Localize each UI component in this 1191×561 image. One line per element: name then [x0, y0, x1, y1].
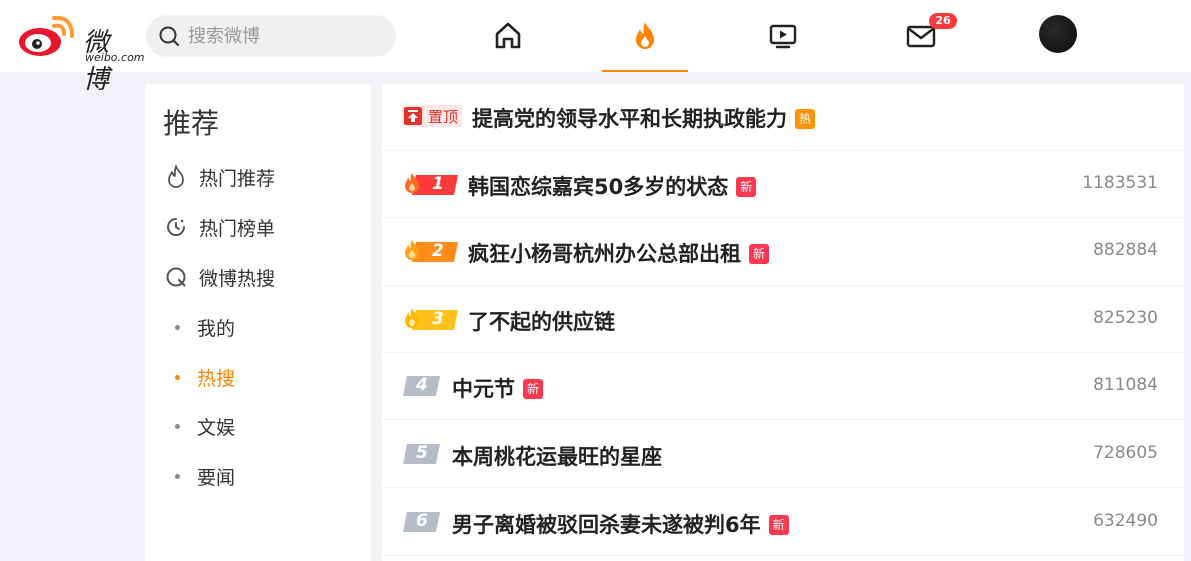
new-tag: 新 [749, 244, 769, 264]
fire-icon [636, 22, 654, 49]
hot-row[interactable]: 2 疯狂小杨哥杭州办公总部出租新 882884 [382, 218, 1184, 286]
hot-title-text: 了不起的供应链 [468, 310, 615, 334]
hot-title-text: 韩国恋综嘉宾50多岁的状态 [468, 175, 729, 199]
sidebar-sub-mine[interactable]: 我的 [173, 312, 353, 342]
sidebar-sub-label: 要闻 [197, 466, 236, 489]
search-icon [159, 26, 179, 46]
flame-outline-icon [165, 165, 193, 189]
video-icon [769, 24, 797, 49]
hot-row[interactable]: 4 中元节新 811084 [382, 353, 1184, 420]
sidebar-item-label: 热门推荐 [199, 167, 276, 190]
search-box[interactable] [146, 15, 396, 57]
new-tag: 新 [523, 379, 543, 399]
hot-title[interactable]: 男子离婚被驳回杀妻未遂被判6年新 [452, 509, 789, 539]
pin-top-icon [404, 107, 422, 125]
clock-icon [165, 215, 193, 239]
sidebar-item-label: 微博热搜 [199, 267, 276, 290]
sidebar-sub-label: 我的 [197, 317, 236, 340]
rank-badge-3: 3 [402, 306, 458, 332]
hot-title[interactable]: 疯狂小杨哥杭州办公总部出租新 [468, 238, 769, 268]
hot-title[interactable]: 本周桃花运最旺的星座 [452, 441, 662, 471]
logo-subtext: weibo.com [85, 51, 145, 64]
sidebar-sub-news[interactable]: 要闻 [173, 461, 353, 491]
search-input[interactable] [188, 15, 388, 57]
hot-row[interactable]: 5 本周桃花运最旺的星座 728605 [382, 420, 1184, 488]
sidebar-item-label: 热门榜单 [199, 217, 276, 240]
search-circle-icon [165, 265, 193, 289]
sidebar-item-hot-rank[interactable]: 热门榜单 [163, 212, 363, 242]
avatar[interactable] [1039, 15, 1077, 53]
hot-row[interactable]: 6 男子离婚被驳回杀妻未遂被判6年新 632490 [382, 488, 1184, 556]
nav-video[interactable] [740, 0, 826, 72]
hot-count: 632490 [1093, 511, 1158, 531]
rank-number: 1 [432, 174, 444, 194]
new-tag: 新 [768, 515, 789, 535]
hot-count: 811084 [1093, 375, 1158, 395]
sidebar-item-weibo-hotsearch[interactable]: 微博热搜 [163, 262, 363, 292]
rank-badge-1: 1 [402, 171, 458, 197]
hot-tag: 热 [795, 109, 815, 129]
weibo-eye-icon [19, 15, 74, 56]
hot-count: 825230 [1093, 308, 1158, 328]
hot-title-text: 提高党的领导水平和长期执政能力 [472, 107, 787, 131]
nav-hot[interactable] [602, 0, 688, 72]
bullet-dot [175, 374, 180, 380]
home-icon [495, 22, 521, 49]
sidebar: 推荐 热门推荐 热门榜单 微博热搜 我的 热搜 文娱 要闻 [145, 84, 371, 561]
hot-title[interactable]: 韩国恋综嘉宾50多岁的状态新 [468, 171, 757, 201]
hot-row[interactable]: 3 了不起的供应链 825230 [382, 286, 1184, 353]
message-count-badge: 26 [929, 13, 957, 29]
hot-count: 882884 [1093, 240, 1158, 260]
hot-count: 728605 [1093, 443, 1158, 463]
hot-title-text: 疯狂小杨哥杭州办公总部出租 [468, 242, 741, 266]
pin-text: 置顶 [428, 108, 459, 126]
pinned-label: 置顶 [402, 105, 462, 127]
rank-badge-4: 4 [402, 374, 458, 400]
bullet-dot [175, 423, 180, 429]
sidebar-sub-entertainment[interactable]: 文娱 [173, 411, 353, 441]
hot-title-text: 中元节 [452, 377, 515, 401]
hot-title-text: 本周桃花运最旺的星座 [452, 445, 662, 469]
nav-messages[interactable] [878, 0, 964, 72]
sidebar-sub-hotsearch[interactable]: 热搜 [173, 362, 353, 392]
hot-search-list: 置顶 提高党的领导水平和长期执政能力热 1 韩国恋综嘉宾50多岁的状态新 118… [382, 84, 1184, 561]
rank-number: 4 [416, 375, 428, 395]
weibo-logo[interactable]: 微博 weibo.com [18, 12, 145, 95]
new-tag: 新 [736, 177, 757, 197]
rank-badge-5: 5 [402, 442, 458, 468]
hot-row[interactable]: 1 韩国恋综嘉宾50多岁的状态新 1183531 [382, 151, 1184, 218]
sidebar-sub-label: 文娱 [197, 416, 236, 439]
rank-badge-6: 6 [402, 510, 458, 536]
bullet-dot [175, 473, 180, 479]
hot-title[interactable]: 中元节新 [452, 373, 543, 403]
hot-title[interactable]: 了不起的供应链 [468, 306, 615, 336]
hot-title[interactable]: 提高党的领导水平和长期执政能力热 [472, 103, 815, 133]
nav-home[interactable] [465, 0, 551, 72]
rank-number: 5 [416, 443, 428, 463]
bullet-dot [175, 324, 180, 330]
top-nav-bar: 微博 weibo.com 26 [0, 0, 1191, 95]
rank-number: 2 [432, 241, 444, 261]
sidebar-title: 推荐 [163, 107, 220, 140]
rank-badge-2: 2 [402, 238, 458, 264]
rank-number: 3 [432, 309, 444, 329]
sidebar-sub-label: 热搜 [197, 367, 236, 390]
hot-title-text: 男子离婚被驳回杀妻未遂被判6年 [452, 513, 761, 537]
rank-number: 6 [416, 511, 428, 531]
sidebar-item-hot-recommend[interactable]: 热门推荐 [163, 162, 363, 192]
hot-count: 1183531 [1082, 173, 1158, 193]
pinned-row[interactable]: 置顶 提高党的领导水平和长期执政能力热 [382, 84, 1184, 151]
